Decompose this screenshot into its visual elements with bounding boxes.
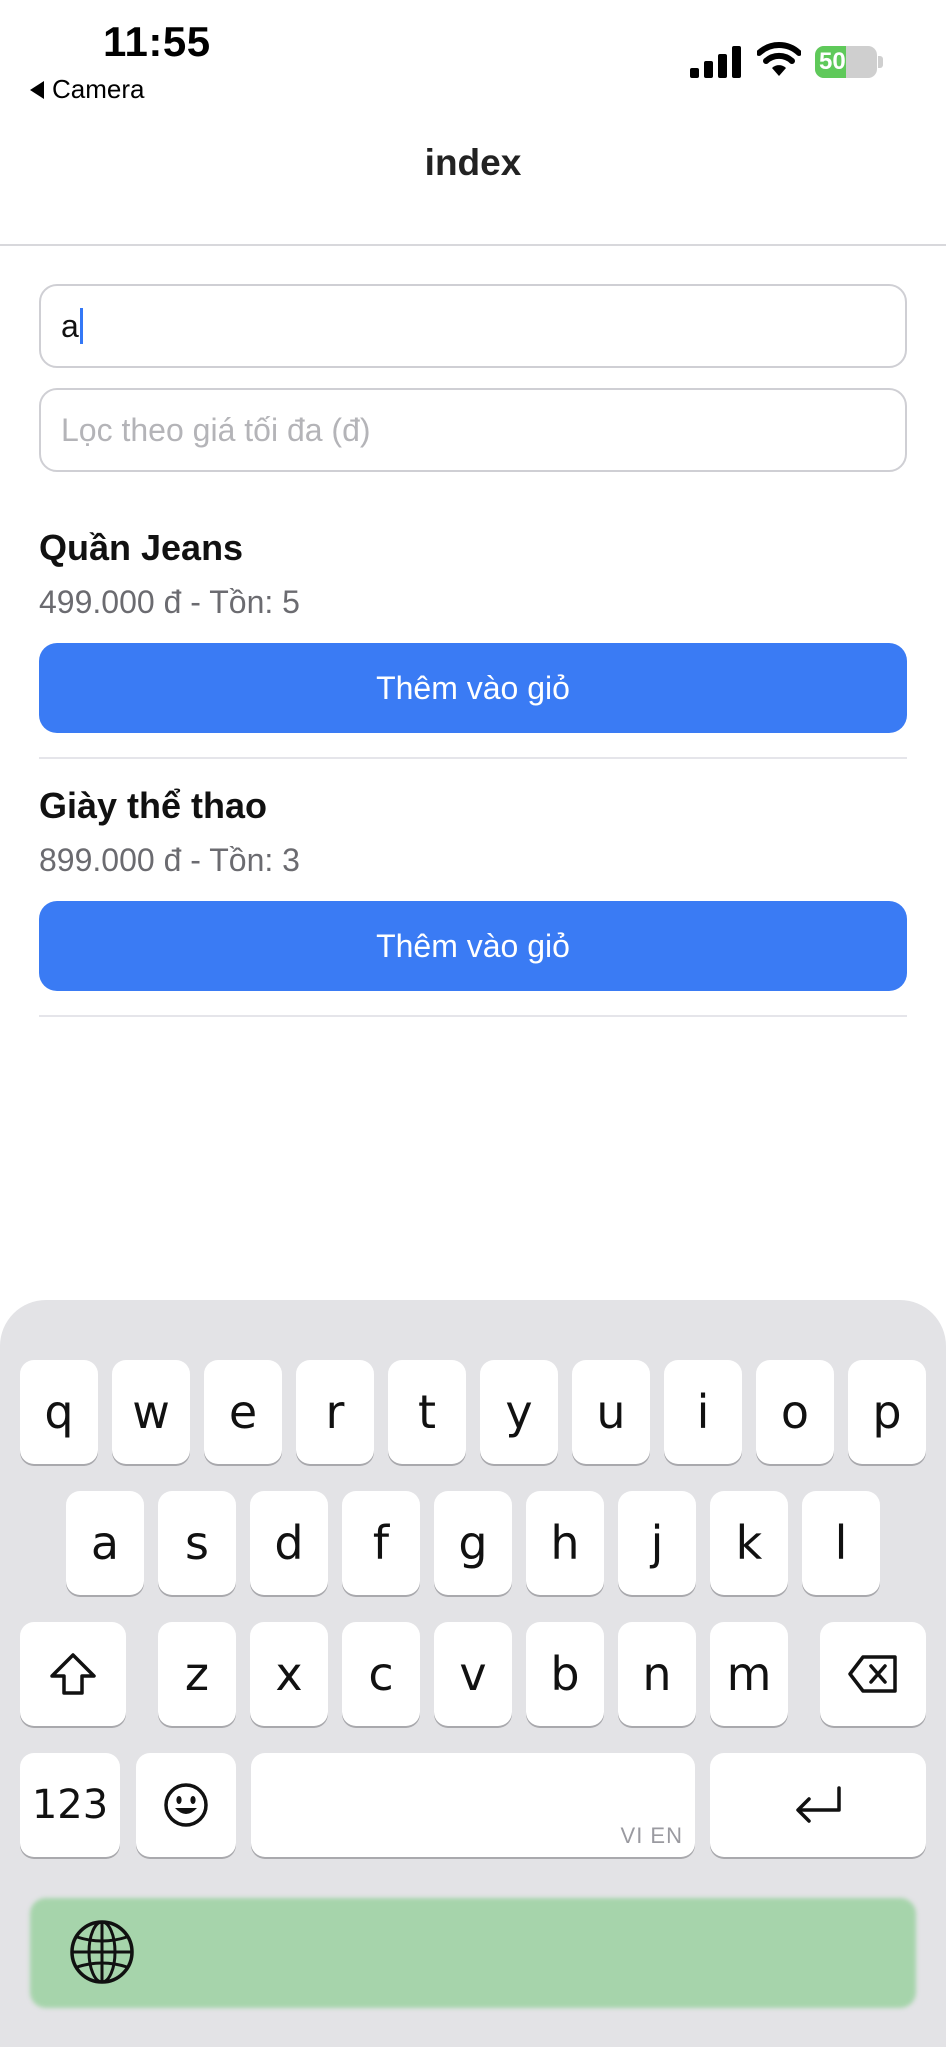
max-price-filter-input[interactable]: Lọc theo giá tối đa (đ) — [39, 388, 907, 472]
item-divider — [39, 1015, 907, 1017]
key-l[interactable]: l — [802, 1491, 880, 1595]
item-divider — [39, 757, 907, 759]
key-t[interactable]: t — [388, 1360, 466, 1464]
status-bar: 11:55 Camera 50 — [0, 0, 946, 110]
battery-percent: 50 — [819, 48, 846, 75]
return-key[interactable] — [710, 1753, 926, 1857]
key-n[interactable]: n — [618, 1622, 696, 1726]
key-q[interactable]: q — [20, 1360, 98, 1464]
back-arrow-icon — [30, 80, 44, 99]
key-k[interactable]: k — [710, 1491, 788, 1595]
text-cursor — [79, 308, 83, 344]
add-to-cart-label: Thêm vào giỏ — [376, 669, 570, 706]
key-e[interactable]: e — [204, 1360, 282, 1464]
cellular-signal-icon — [690, 46, 741, 78]
key-p[interactable]: p — [848, 1360, 926, 1464]
return-icon — [796, 1786, 841, 1823]
search-input-value: a — [61, 307, 79, 344]
key-d[interactable]: d — [250, 1491, 328, 1595]
nav-divider — [0, 244, 946, 246]
key-g[interactable]: g — [434, 1491, 512, 1595]
space-bar[interactable]: VI EN — [251, 1753, 695, 1857]
screen: 11:55 Camera 50 index a Lọc theo giá tối… — [0, 0, 946, 2047]
key-z[interactable]: z — [158, 1622, 236, 1726]
page-title: index — [424, 142, 522, 183]
shift-icon — [50, 1653, 96, 1695]
back-to-app-link[interactable]: Camera — [30, 74, 144, 105]
key-s[interactable]: s — [158, 1491, 236, 1595]
key-x[interactable]: x — [250, 1622, 328, 1726]
numbers-key[interactable]: 123 — [20, 1753, 120, 1857]
back-app-label: Camera — [52, 74, 145, 104]
backspace-key[interactable] — [820, 1622, 926, 1726]
key-o[interactable]: o — [756, 1360, 834, 1464]
shift-key[interactable] — [20, 1622, 126, 1726]
status-time: 11:55 — [103, 18, 211, 65]
key-a[interactable]: a — [66, 1491, 144, 1595]
backspace-icon — [848, 1655, 897, 1693]
product-name: Quần Jeans — [39, 527, 244, 568]
key-f[interactable]: f — [342, 1491, 420, 1595]
max-price-filter-placeholder: Lọc theo giá tối đa (đ) — [61, 411, 371, 448]
key-b[interactable]: b — [526, 1622, 604, 1726]
key-v[interactable]: v — [434, 1622, 512, 1726]
key-r[interactable]: r — [296, 1360, 374, 1464]
product-name: Giày thể thao — [39, 785, 268, 826]
keyboard-bottom-bar — [30, 1898, 916, 2008]
keyboard-language-label: VI EN — [620, 1823, 683, 1848]
add-to-cart-label: Thêm vào giỏ — [376, 927, 570, 964]
key-j[interactable]: j — [618, 1491, 696, 1595]
key-i[interactable]: i — [664, 1360, 742, 1464]
globe-icon[interactable] — [68, 1918, 136, 1986]
key-m[interactable]: m — [710, 1622, 788, 1726]
search-input[interactable]: a — [39, 284, 907, 368]
key-c[interactable]: c — [342, 1622, 420, 1726]
battery-icon: 50 — [815, 46, 883, 78]
emoji-key[interactable] — [136, 1753, 236, 1857]
product-price-stock: 899.000 đ - Tồn: 3 — [39, 842, 300, 878]
key-u[interactable]: u — [572, 1360, 650, 1464]
key-y[interactable]: y — [480, 1360, 558, 1464]
key-w[interactable]: w — [112, 1360, 190, 1464]
emoji-icon — [164, 1783, 208, 1827]
product-price-stock: 499.000 đ - Tồn: 5 — [39, 584, 300, 620]
add-to-cart-button[interactable]: Thêm vào giỏ — [39, 901, 907, 991]
add-to-cart-button[interactable]: Thêm vào giỏ — [39, 643, 907, 733]
wifi-icon — [757, 42, 801, 76]
key-h[interactable]: h — [526, 1491, 604, 1595]
